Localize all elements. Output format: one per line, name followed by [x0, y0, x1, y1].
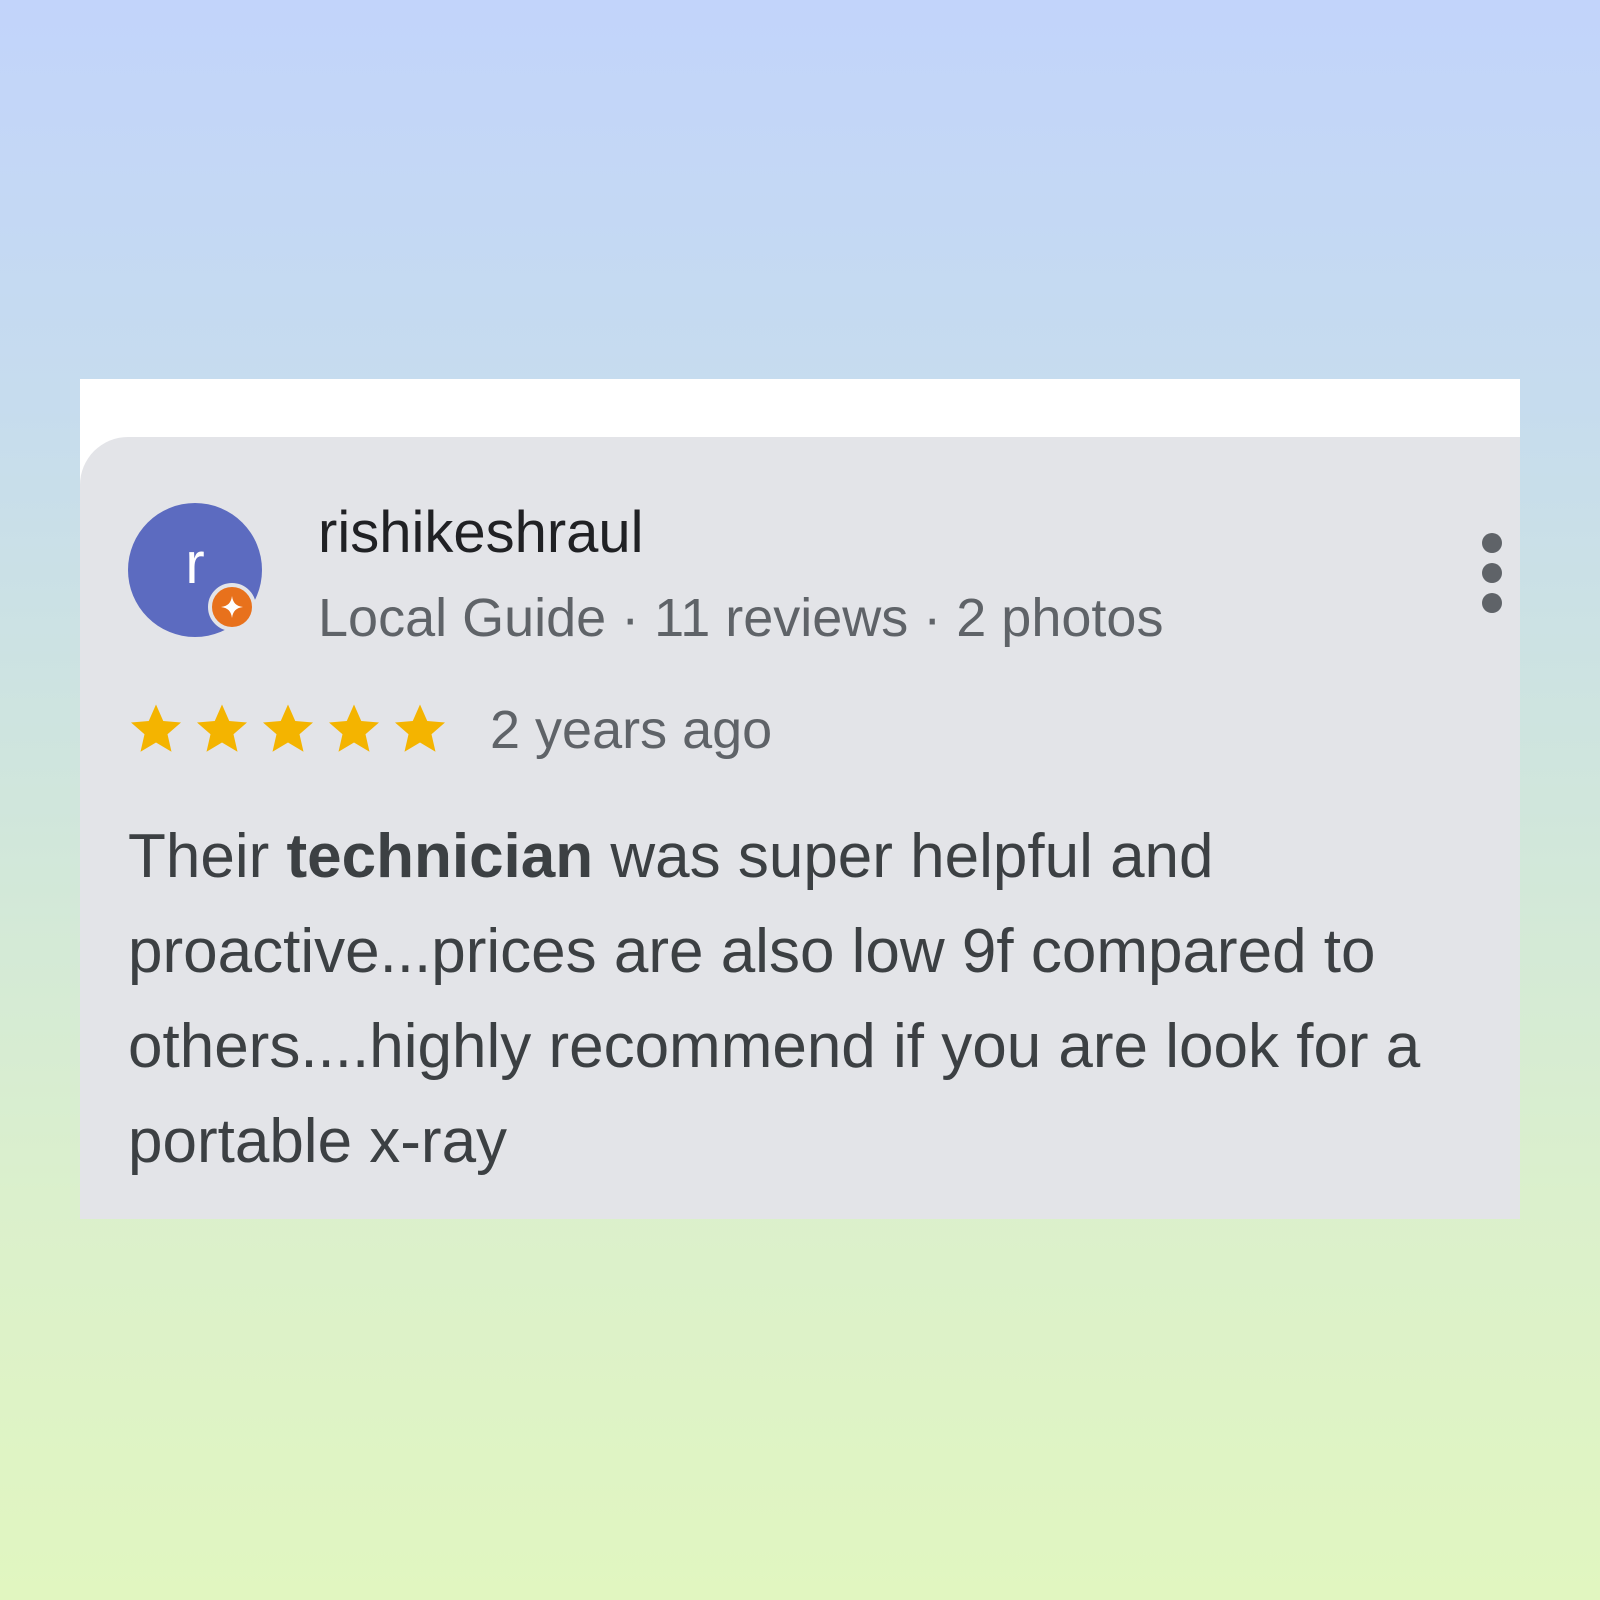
menu-dot	[1482, 563, 1502, 583]
review-text-before: Their	[128, 822, 287, 891]
more-options-button[interactable]	[1476, 533, 1512, 613]
menu-dot	[1482, 533, 1502, 553]
star-icon	[324, 699, 384, 759]
star-icon	[390, 699, 450, 759]
reviewer-meta: Local Guide · 11 reviews · 2 photos	[318, 588, 1164, 648]
star-icon	[126, 699, 186, 759]
review-date: 2 years ago	[490, 700, 773, 760]
review-text-bold: technician	[286, 822, 594, 891]
star-rating	[126, 699, 450, 759]
review-text: Their technician was super helpful and p…	[128, 809, 1516, 1189]
star-icon	[258, 699, 318, 759]
local-guide-icon	[208, 583, 256, 631]
star-icon	[192, 699, 252, 759]
review-card: r rishikeshraul Local Guide · 11 reviews…	[80, 437, 1520, 1219]
reviewer-name[interactable]: rishikeshraul	[318, 499, 644, 566]
review-screenshot: r rishikeshraul Local Guide · 11 reviews…	[80, 379, 1520, 1219]
avatar-initial: r	[185, 531, 205, 596]
menu-dot	[1482, 593, 1502, 613]
